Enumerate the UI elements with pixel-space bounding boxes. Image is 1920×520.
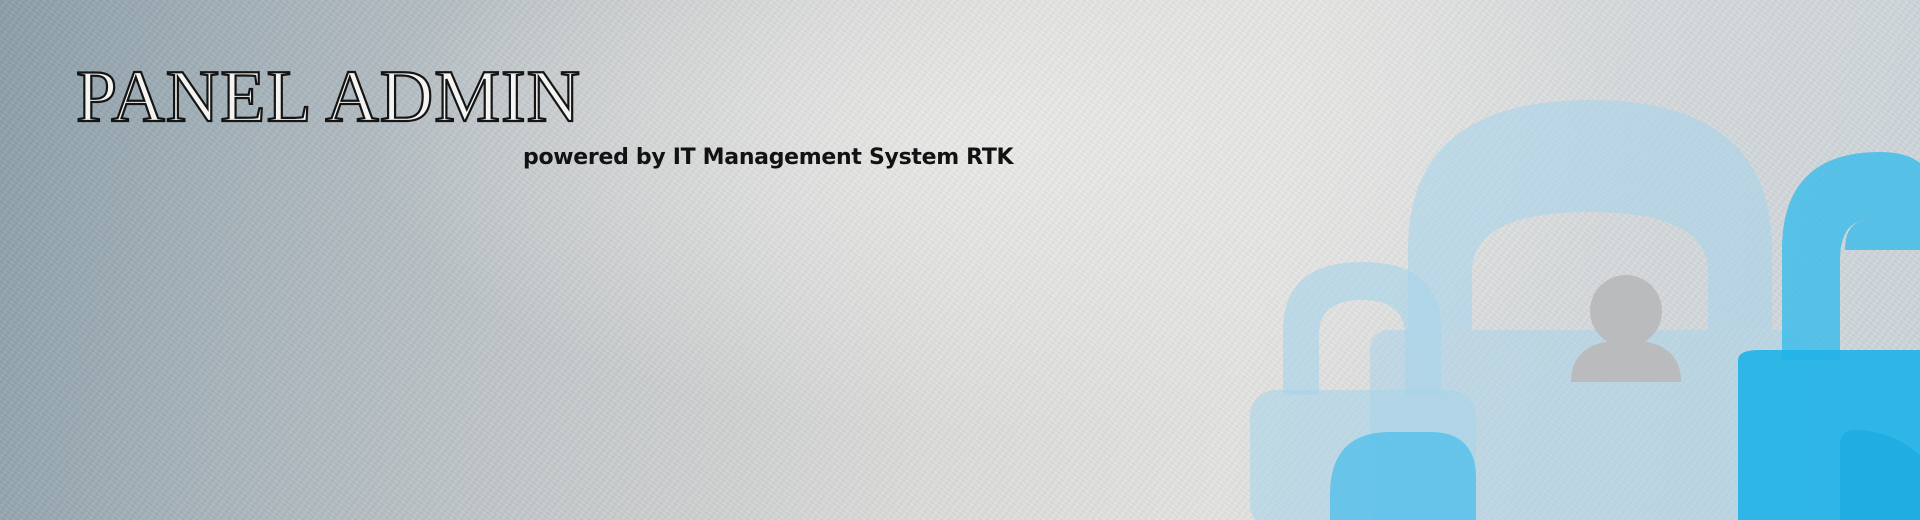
page-subtitle: powered by IT Management System RTK [523, 145, 1014, 170]
page-title: PANEL ADMIN [75, 56, 582, 138]
user-icon [1571, 275, 1681, 382]
header-banner: PANEL ADMIN powered by IT Management Sys… [0, 0, 1920, 520]
